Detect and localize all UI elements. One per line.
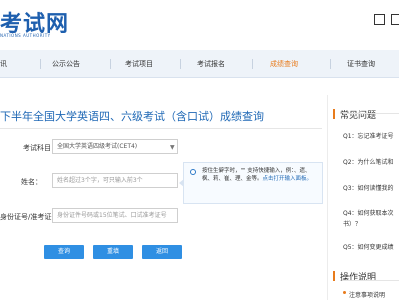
nav-item-registration[interactable]: 考试报名 — [197, 50, 225, 78]
ops-heading: 操作说明 — [340, 273, 377, 283]
faq-heading: 常见问题 — [340, 111, 377, 121]
ops-item-1[interactable]: 注意事项说明 — [349, 290, 385, 299]
site-header: 考试网 NATIONS AUTHORITY — [0, 0, 399, 50]
id-label: 身份证号/准考证号： — [0, 213, 66, 221]
nav-separator — [180, 59, 181, 69]
subject-select[interactable]: 全国大学英语四级考试(CET4) — [52, 139, 178, 154]
nav-item-score-query[interactable]: 成绩查询 — [270, 50, 298, 78]
input-tip-box: 按住生僻字时，"" 支持快捷输入，例：、遗、枫、莉、崔、理、金等。点击打开输入面… — [179, 162, 323, 204]
info-radio-icon — [190, 169, 196, 175]
nav-item-info[interactable]: 讯 — [0, 50, 7, 78]
nav-separator — [110, 59, 111, 69]
nav-separator — [40, 59, 41, 69]
main-nav: 讯 公示公告 考试项目 考试报名 成绩查询 证书查询 — [0, 50, 399, 78]
ops-accent-bar — [333, 271, 335, 281]
window-restore-icon[interactable] — [374, 14, 385, 25]
sidebar-divider — [327, 95, 328, 300]
faq-item-2[interactable]: Q2：为什么笔试和 — [343, 157, 394, 166]
back-button[interactable]: 返回 — [142, 245, 182, 259]
site-logo-subtitle: NATIONS AUTHORITY — [0, 33, 51, 38]
nav-item-exam-projects[interactable]: 考试项目 — [125, 50, 153, 78]
chevron-down-icon[interactable]: ▼ — [170, 144, 175, 151]
window-close-icon[interactable] — [391, 14, 399, 25]
nav-separator — [330, 59, 331, 69]
faq-item-1[interactable]: Q1：忘记准考证号 — [343, 131, 394, 140]
faq-item-4-continued[interactable]: 书）？ — [343, 219, 361, 228]
nav-item-announcements[interactable]: 公示公告 — [52, 50, 80, 78]
title-divider — [0, 128, 322, 129]
nav-item-certificate-query[interactable]: 证书查询 — [347, 50, 375, 78]
name-input[interactable] — [52, 173, 178, 188]
open-input-panel-link[interactable]: 点击打开输入面板。 — [263, 176, 313, 182]
nav-separator — [252, 59, 253, 69]
faq-item-3[interactable]: Q3：如何读懂我的 — [343, 183, 394, 192]
page-title: 下半年全国大学英语四、六级考试（含口试）成绩查询 — [0, 110, 264, 123]
faq-item-4[interactable]: Q4：如何获取本次 — [343, 208, 394, 217]
ops-divider — [343, 280, 399, 281]
query-button[interactable]: 查询 — [44, 245, 84, 259]
tip-text: 按住生僻字时，"" 支持快捷输入，例：、遗、枫、莉、崔、理、金等。点击打开输入面… — [202, 167, 318, 183]
faq-divider — [343, 113, 399, 114]
name-label: 姓名： — [21, 178, 42, 186]
faq-accent-bar — [333, 109, 335, 119]
bullet-icon — [343, 291, 346, 294]
tip-pointer — [179, 179, 184, 187]
reset-button[interactable]: 重填 — [93, 245, 133, 259]
faq-item-5[interactable]: Q5：如何变更成绩 — [343, 242, 394, 251]
id-number-input[interactable] — [52, 208, 178, 223]
